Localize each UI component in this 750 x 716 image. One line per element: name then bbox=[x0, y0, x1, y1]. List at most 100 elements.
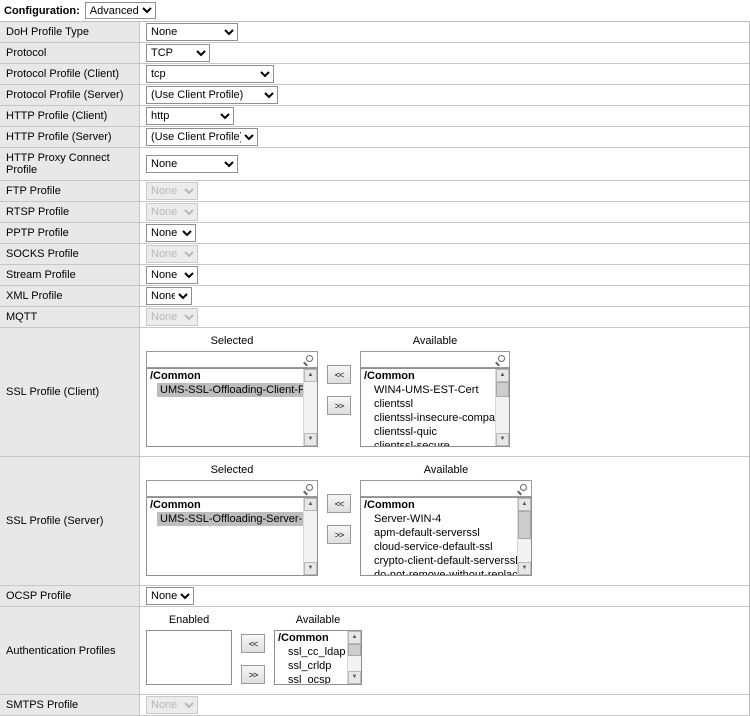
row-label-ocsp-profile: OCSP Profile bbox=[0, 586, 140, 606]
mqtt-profile-select: None bbox=[146, 308, 198, 326]
list-item[interactable]: UMS-SSL-Offloading-Client-Profile bbox=[157, 383, 303, 397]
row-label-mqtt: MQTT bbox=[0, 307, 140, 327]
doh-profile-type-select[interactable]: None bbox=[146, 23, 238, 41]
socks-profile-select: None bbox=[146, 245, 198, 263]
list-item[interactable]: UMS-SSL-Offloading-Server-Profile bbox=[157, 512, 303, 526]
list-item[interactable]: do-not-remove-without-replacement bbox=[371, 568, 517, 575]
table-row: SOCKS Profile None bbox=[0, 244, 749, 265]
row-label-ftp-profile: FTP Profile bbox=[0, 181, 140, 201]
scrollbar[interactable]: ▲ ▼ bbox=[517, 498, 531, 575]
scrollbar[interactable]: ▲ ▼ bbox=[495, 369, 509, 446]
ssl-server-move-left-button[interactable]: << bbox=[327, 494, 351, 513]
configuration-label: Configuration: bbox=[4, 5, 80, 17]
scroll-down-icon[interactable]: ▼ bbox=[496, 433, 509, 446]
row-label-authentication-profiles: Authentication Profiles bbox=[0, 607, 140, 694]
list-item[interactable]: crypto-client-default-serverssl bbox=[371, 554, 517, 568]
list-item[interactable]: clientssl-insecure-compatible bbox=[371, 411, 495, 425]
table-row: SSL Profile (Server) Selected /Common UM… bbox=[0, 457, 749, 586]
list-item[interactable]: ssl_ocsp bbox=[285, 673, 347, 684]
scroll-down-icon[interactable]: ▼ bbox=[518, 562, 531, 575]
search-icon bbox=[498, 355, 505, 362]
scroll-up-icon[interactable]: ▲ bbox=[304, 498, 317, 511]
table-row: Protocol Profile (Client) tcp bbox=[0, 64, 749, 85]
row-label-http-profile-server: HTTP Profile (Server) bbox=[0, 127, 140, 147]
list-item[interactable]: clientssl-quic bbox=[371, 425, 495, 439]
list-item[interactable]: clientssl-secure bbox=[371, 439, 495, 446]
table-row: SMTPS Profile None bbox=[0, 695, 749, 716]
scroll-up-icon[interactable]: ▲ bbox=[304, 369, 317, 382]
scrollbar[interactable]: ▲ ▼ bbox=[303, 498, 317, 575]
enabled-header: Enabled bbox=[146, 612, 232, 630]
scrollbar[interactable]: ▲ ▼ bbox=[347, 631, 361, 684]
row-label-smtps-profile: SMTPS Profile bbox=[0, 695, 140, 715]
table-row: MQTT None bbox=[0, 307, 749, 328]
scrollbar-thumb[interactable] bbox=[348, 644, 361, 656]
table-row: RTSP Profile None bbox=[0, 202, 749, 223]
scroll-up-icon[interactable]: ▲ bbox=[348, 631, 361, 644]
row-label-xml-profile: XML Profile bbox=[0, 286, 140, 306]
ocsp-profile-select[interactable]: None bbox=[146, 587, 194, 605]
ssl-client-selected-list[interactable]: /Common UMS-SSL-Offloading-Client-Profil… bbox=[146, 368, 318, 447]
ssl-server-move-right-button[interactable]: >> bbox=[327, 525, 351, 544]
list-item[interactable]: apm-default-serverssl bbox=[371, 526, 517, 540]
ssl-client-available-search-input[interactable] bbox=[360, 351, 510, 368]
configuration-select[interactable]: Advanced bbox=[85, 2, 156, 19]
auth-available-list[interactable]: /Common ssl_cc_ldap ssl_crldp ssl_ocsp ▲… bbox=[274, 630, 362, 685]
list-item[interactable]: ssl_cc_ldap bbox=[285, 645, 347, 659]
ssl-server-selected-list[interactable]: /Common UMS-SSL-Offloading-Server-Profil… bbox=[146, 497, 318, 576]
available-header: Available bbox=[274, 612, 362, 630]
http-profile-server-select[interactable]: (Use Client Profile) bbox=[146, 128, 258, 146]
scrollbar[interactable]: ▲ ▼ bbox=[303, 369, 317, 446]
ssl-client-move-right-button[interactable]: >> bbox=[327, 396, 351, 415]
row-label-protocol-profile-client: Protocol Profile (Client) bbox=[0, 64, 140, 84]
scrollbar-thumb[interactable] bbox=[496, 382, 509, 397]
protocol-select[interactable]: TCP bbox=[146, 44, 210, 62]
ssl-client-selected-search-input[interactable] bbox=[146, 351, 318, 368]
protocol-profile-client-select[interactable]: tcp bbox=[146, 65, 274, 83]
list-item[interactable]: ssl_crldp bbox=[285, 659, 347, 673]
list-item[interactable]: clientssl bbox=[371, 397, 495, 411]
row-label-stream-profile: Stream Profile bbox=[0, 265, 140, 285]
ftp-profile-select: None bbox=[146, 182, 198, 200]
auth-enabled-list[interactable] bbox=[146, 630, 232, 685]
ssl-server-selected-search-input[interactable] bbox=[146, 480, 318, 497]
available-header: Available bbox=[360, 333, 510, 351]
scrollbar-thumb[interactable] bbox=[518, 511, 531, 539]
stream-profile-select[interactable]: None bbox=[146, 266, 198, 284]
auth-move-right-button[interactable]: >> bbox=[241, 665, 265, 684]
scroll-up-icon[interactable]: ▲ bbox=[496, 369, 509, 382]
row-label-ssl-profile-server: SSL Profile (Server) bbox=[0, 457, 140, 585]
table-row: DoH Profile Type None bbox=[0, 22, 749, 43]
list-item[interactable]: Server-WIN-4 bbox=[371, 512, 517, 526]
scroll-down-icon[interactable]: ▼ bbox=[304, 562, 317, 575]
http-profile-client-select[interactable]: http bbox=[146, 107, 234, 125]
row-label-pptp-profile: PPTP Profile bbox=[0, 223, 140, 243]
ssl-server-available-list[interactable]: /Common Server-WIN-4 apm-default-servers… bbox=[360, 497, 532, 576]
table-row: HTTP Profile (Server) (Use Client Profil… bbox=[0, 127, 749, 148]
table-row: Protocol Profile (Server) (Use Client Pr… bbox=[0, 85, 749, 106]
list-item[interactable]: cloud-service-default-ssl bbox=[371, 540, 517, 554]
scroll-down-icon[interactable]: ▼ bbox=[304, 433, 317, 446]
row-label-http-profile-client: HTTP Profile (Client) bbox=[0, 106, 140, 126]
xml-profile-select[interactable]: None bbox=[146, 287, 192, 305]
table-row: Stream Profile None bbox=[0, 265, 749, 286]
selected-header: Selected bbox=[146, 333, 318, 351]
available-header: Available bbox=[360, 462, 532, 480]
scroll-up-icon[interactable]: ▲ bbox=[518, 498, 531, 511]
row-label-doh-profile-type: DoH Profile Type bbox=[0, 22, 140, 42]
ssl-client-move-left-button[interactable]: << bbox=[327, 365, 351, 384]
ssl-server-available-search-input[interactable] bbox=[360, 480, 532, 497]
ssl-client-available-list[interactable]: /Common WIN4-UMS-EST-Cert clientssl clie… bbox=[360, 368, 510, 447]
rtsp-profile-select: None bbox=[146, 203, 198, 221]
table-row: Authentication Profiles Enabled << >> Av… bbox=[0, 607, 749, 695]
table-row: FTP Profile None bbox=[0, 181, 749, 202]
list-item[interactable]: WIN4-UMS-EST-Cert bbox=[371, 383, 495, 397]
auth-move-left-button[interactable]: << bbox=[241, 634, 265, 653]
row-label-protocol-profile-server: Protocol Profile (Server) bbox=[0, 85, 140, 105]
http-proxy-connect-profile-select[interactable]: None bbox=[146, 155, 238, 173]
table-row: SSL Profile (Client) Selected /Common UM… bbox=[0, 328, 749, 457]
list-group-common: /Common bbox=[147, 369, 303, 383]
pptp-profile-select[interactable]: None bbox=[146, 224, 196, 242]
smtps-profile-select: None bbox=[146, 696, 198, 714]
protocol-profile-server-select[interactable]: (Use Client Profile) bbox=[146, 86, 278, 104]
